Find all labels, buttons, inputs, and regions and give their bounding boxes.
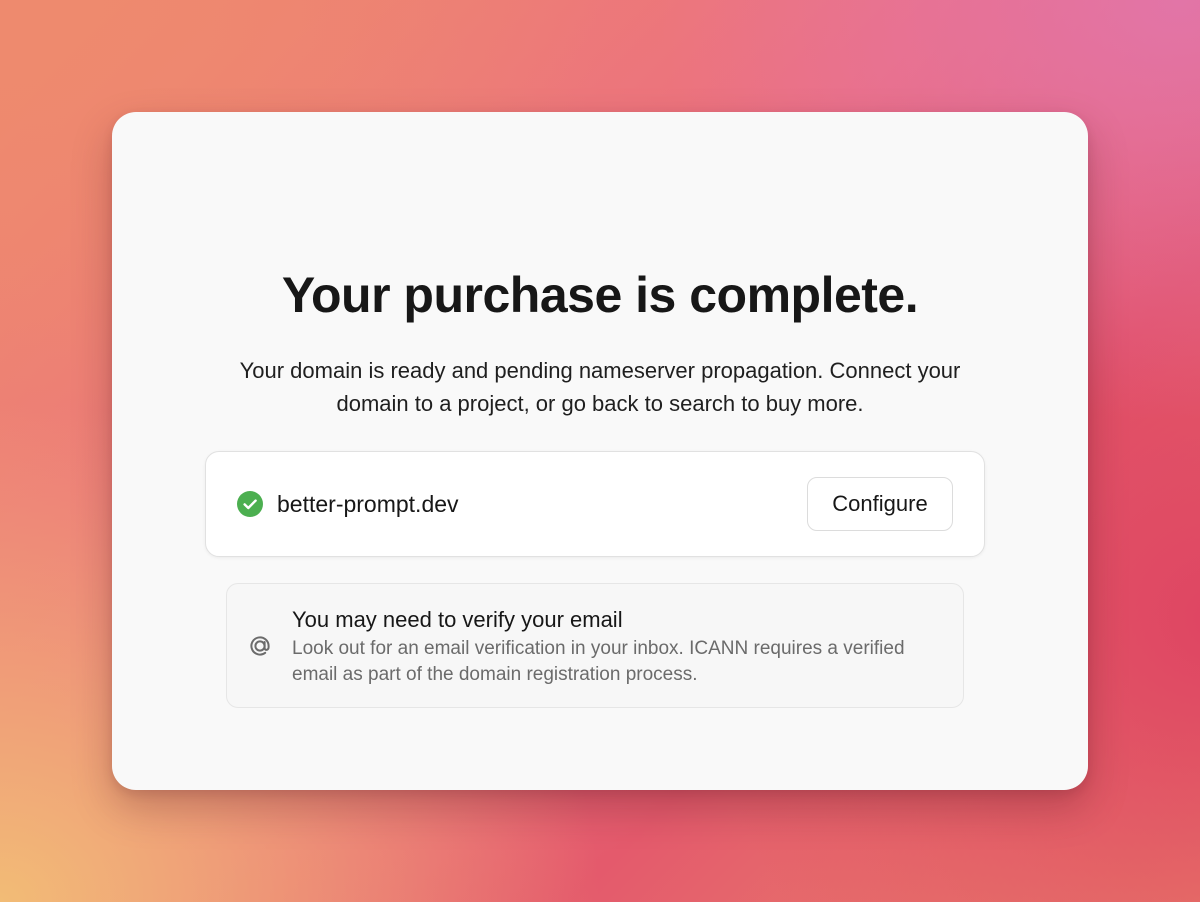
configure-button[interactable]: Configure: [807, 477, 953, 531]
at-sign-icon: [245, 631, 275, 661]
domain-name: better-prompt.dev: [277, 491, 459, 517]
notice-title: You may need to verify your email: [292, 607, 623, 632]
verify-email-notice: You may need to verify your email Look o…: [226, 583, 964, 708]
page-title: Your purchase is complete.: [281, 267, 919, 323]
page-background: Your purchase is complete. Your domain i…: [0, 0, 1200, 902]
notice-body: Look out for an email verification in yo…: [292, 638, 905, 685]
purchase-complete-card: Your purchase is complete. Your domain i…: [112, 112, 1088, 790]
domain-row: better-prompt.dev Configure: [205, 451, 985, 557]
check-circle-icon: [237, 491, 263, 517]
page-subtitle: Your domain is ready and pending nameser…: [239, 358, 961, 416]
